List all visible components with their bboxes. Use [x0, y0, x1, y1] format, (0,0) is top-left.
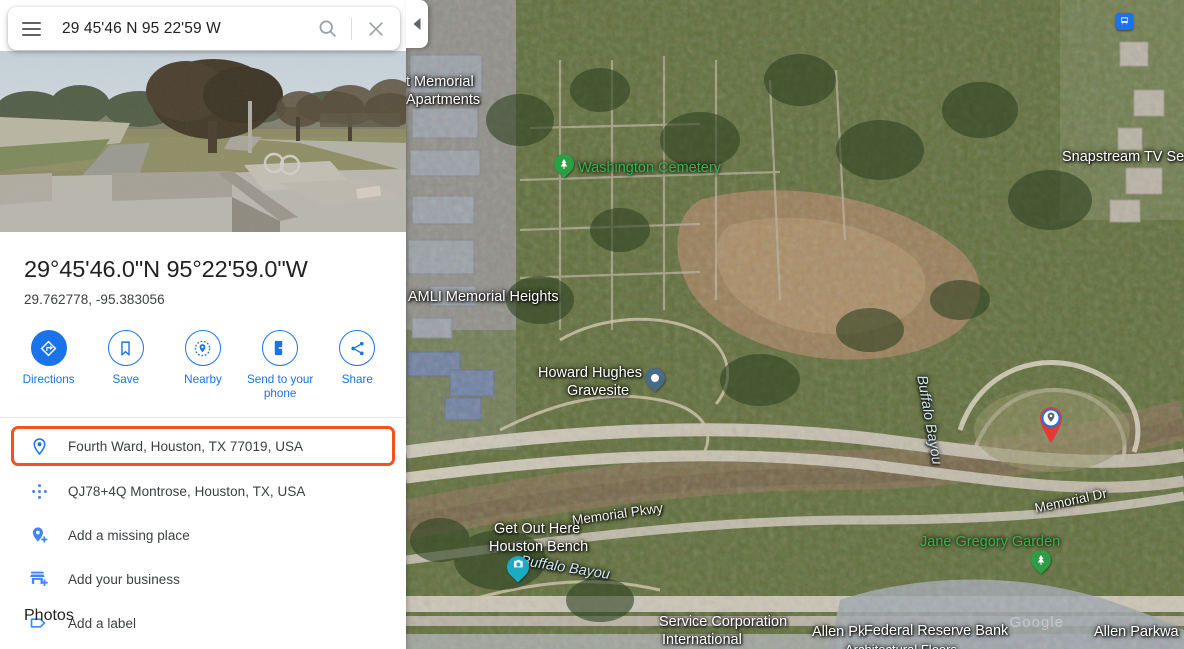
- send-to-phone-label: Send to your phone: [247, 373, 314, 400]
- get-out-here-houston-bench-pin[interactable]: [502, 551, 534, 583]
- share-button[interactable]: Share: [321, 330, 393, 387]
- plus-code-glyph: [31, 483, 47, 499]
- plus-code-text: QJ78+4Q Montrose, Houston, TX, USA: [68, 483, 306, 499]
- photos-section-heading: Photos: [24, 607, 74, 624]
- selected-location-marker[interactable]: [1036, 404, 1066, 444]
- howard-hughes-gravesite-pin[interactable]: [640, 363, 670, 393]
- page-title: 29°45'46.0"N 95°22'59.0"W: [24, 256, 308, 282]
- directions-glyph: [40, 340, 57, 356]
- place-details-panel: 29°45'46.0"N 95°22'59.0"W 29.762778, -95…: [0, 0, 406, 649]
- jane-gregory-garden-pin[interactable]: [1026, 545, 1056, 575]
- share-label: Share: [341, 373, 373, 386]
- nearby-glyph: [195, 340, 211, 356]
- plus-code-row[interactable]: QJ78+4Q Montrose, Houston, TX, USA: [0, 475, 406, 507]
- bookmark-icon: [107, 330, 144, 366]
- search-input[interactable]: [54, 19, 303, 38]
- share-glyph: [351, 341, 364, 355]
- directions-icon: [30, 330, 67, 366]
- action-buttons-row: Directions Save Nearby Send to your phon…: [0, 322, 406, 418]
- bus-icon: [1121, 17, 1128, 25]
- chevron-left-icon: [413, 18, 420, 30]
- camera-icon: [513, 560, 523, 568]
- street-view-imagery: [0, 51, 406, 232]
- nearby-button[interactable]: Nearby: [167, 330, 239, 387]
- street-view-photo[interactable]: [0, 51, 406, 232]
- add-business-icon: [24, 569, 54, 589]
- address-text: Fourth Ward, Houston, TX 77019, USA: [68, 438, 304, 454]
- add-business-row[interactable]: Add your business: [0, 563, 406, 595]
- map-pin-glyph: [33, 437, 45, 455]
- close-icon[interactable]: [352, 7, 400, 50]
- plus-code-icon: [24, 482, 54, 501]
- save-label: Save: [112, 373, 140, 386]
- location-pin-icon: [24, 437, 54, 456]
- decimal-coordinates: 29.762778, -95.383056: [24, 292, 165, 307]
- x-glyph: [369, 21, 383, 36]
- nearby-label: Nearby: [184, 373, 222, 386]
- save-button[interactable]: Save: [90, 330, 162, 387]
- magnifier-glyph: [319, 20, 336, 37]
- phone-send-glyph: [274, 340, 286, 356]
- tree-icon: [1037, 555, 1045, 565]
- add-business-text: Add your business: [68, 571, 180, 587]
- storefront-glyph: [30, 571, 48, 587]
- place-title-block: 29°45'46.0"N 95°22'59.0"W 29.762778, -95…: [0, 232, 406, 321]
- directions-label: Directions: [22, 373, 75, 386]
- nearby-pin-icon: [184, 330, 221, 366]
- send-to-phone-button[interactable]: Send to your phone: [244, 330, 316, 401]
- collapse-panel-button[interactable]: [406, 0, 428, 48]
- tree-icon: [560, 159, 568, 169]
- add-missing-place-row[interactable]: Add a missing place: [0, 519, 406, 551]
- red-map-pin-icon: [1040, 407, 1062, 443]
- google-watermark: Google: [1009, 614, 1064, 631]
- add-place-glyph: [32, 526, 47, 543]
- bookmark-glyph: [121, 340, 131, 356]
- hamburger-menu-icon[interactable]: [8, 7, 54, 50]
- washington-cemetery-pin[interactable]: [549, 149, 579, 179]
- transit-stop-icon[interactable]: [1116, 13, 1133, 30]
- send-to-phone-icon: [262, 330, 299, 366]
- address-row[interactable]: Fourth Ward, Houston, TX 77019, USA: [11, 426, 395, 466]
- share-icon: [339, 330, 376, 366]
- google-maps-app: t Memorial Apartments Washington Cemeter…: [0, 0, 1184, 649]
- directions-button[interactable]: Directions: [13, 330, 85, 387]
- search-icon[interactable]: [303, 7, 351, 50]
- add-place-icon: [24, 526, 54, 545]
- search-bar: [8, 7, 400, 50]
- add-missing-place-text: Add a missing place: [68, 527, 190, 543]
